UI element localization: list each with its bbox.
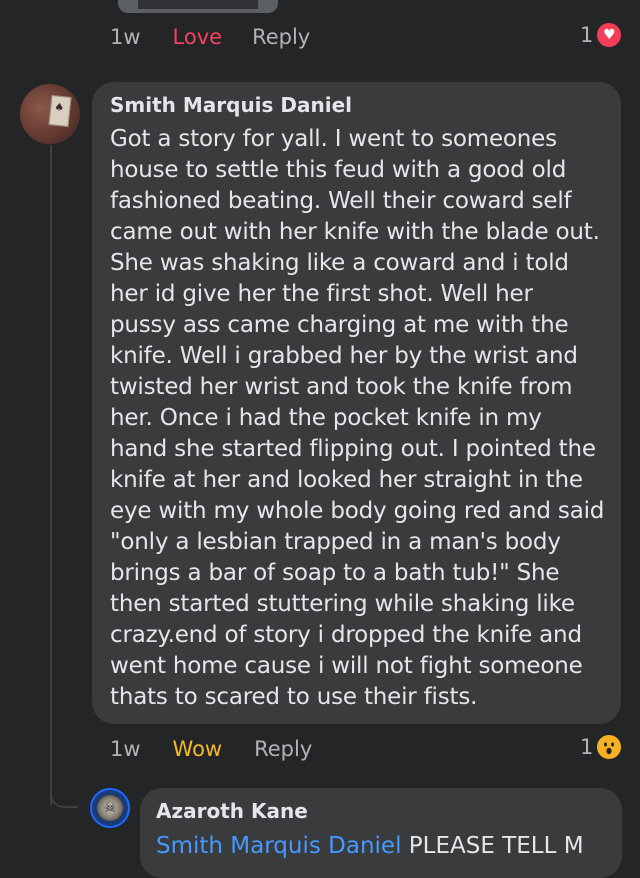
heart-icon: ♥ [595, 21, 624, 49]
avatar[interactable] [20, 84, 80, 144]
comment-actions: 1w Wow Reply [110, 734, 312, 764]
avatar-card [48, 95, 72, 127]
previous-comment-image[interactable] [118, 0, 278, 13]
reply-text: PLEASE TELL M [401, 833, 584, 859]
comment-text: Got a story for yall. I went to someones… [110, 126, 605, 710]
thread-connector [50, 780, 78, 808]
comment-reply-button[interactable]: Reply [254, 737, 312, 761]
comment-author[interactable]: Smith Marquis Daniel [110, 92, 605, 118]
comment-bubble: Smith Marquis Daniel Got a story for yal… [92, 82, 621, 724]
comment-reaction-count[interactable]: 1 [580, 733, 624, 761]
prev-comment-reply-button[interactable]: Reply [252, 25, 310, 49]
skull-icon: ☠ [97, 795, 123, 821]
reply-bubble: Azaroth Kane Smith Marquis Daniel PLEASE… [140, 788, 622, 878]
reply-mention-link[interactable]: Smith Marquis Daniel [156, 833, 401, 859]
prev-comment-actions: 1w Love Reply [110, 22, 310, 52]
reply-text-line: Smith Marquis Daniel PLEASE TELL M [156, 830, 606, 862]
wow-icon [595, 733, 624, 761]
prev-comment-love-button[interactable]: Love [173, 25, 223, 49]
prev-comment-timestamp[interactable]: 1w [110, 25, 141, 49]
reply-avatar[interactable]: ☠ [90, 788, 130, 828]
comment-reaction-number: 1 [580, 735, 594, 759]
comment-wow-button[interactable]: Wow [173, 737, 223, 761]
thread-line [50, 145, 52, 805]
prev-comment-reaction-number: 1 [580, 23, 594, 47]
comment-timestamp[interactable]: 1w [110, 737, 141, 761]
reply-author[interactable]: Azaroth Kane [156, 798, 606, 824]
prev-comment-reaction-count[interactable]: 1 ♥ [580, 21, 624, 49]
